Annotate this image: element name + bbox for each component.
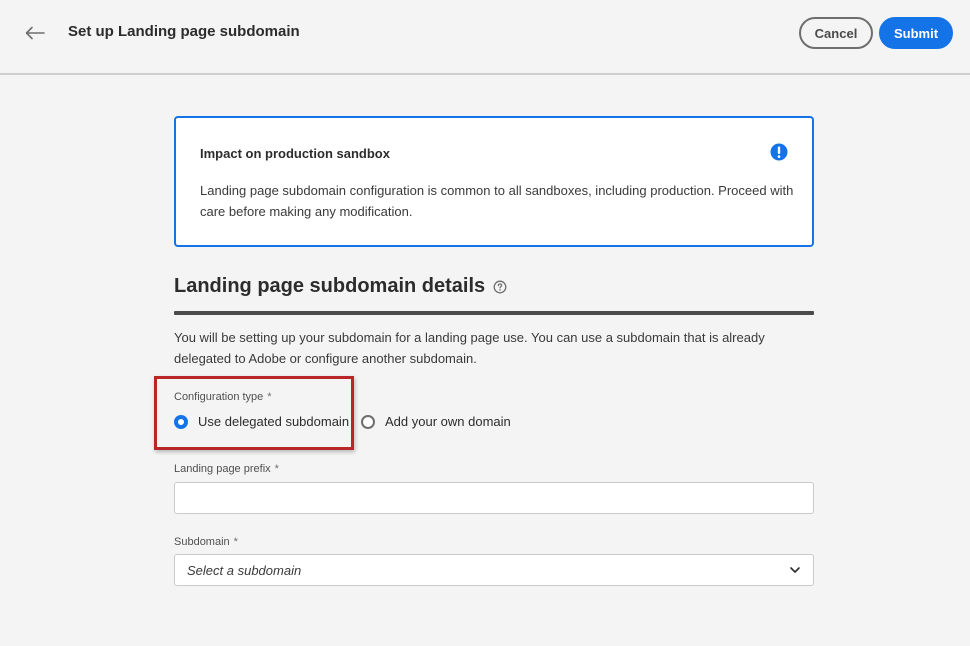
help-icon[interactable] bbox=[493, 280, 507, 294]
highlight-annotation bbox=[154, 376, 354, 450]
submit-button[interactable]: Submit bbox=[879, 17, 953, 49]
page-title: Set up Landing page subdomain bbox=[68, 23, 300, 40]
section-heading: Landing page subdomain details bbox=[174, 275, 507, 298]
landing-page-prefix-input[interactable] bbox=[174, 482, 814, 514]
subdomain-label-text: Subdomain bbox=[174, 536, 230, 548]
section-description: You will be setting up your subdomain fo… bbox=[174, 330, 765, 366]
radio-label: Add your own domain bbox=[385, 414, 511, 429]
cancel-button[interactable]: Cancel bbox=[799, 17, 873, 49]
subdomain-placeholder: Select a subdomain bbox=[187, 562, 302, 578]
section-divider bbox=[174, 311, 814, 315]
section-title: Landing page subdomain details bbox=[174, 275, 486, 297]
alert-title: Impact on production sandbox bbox=[200, 146, 390, 161]
alert-panel: Impact on production sandbox Landing pag… bbox=[174, 116, 814, 247]
radio-add-own-domain[interactable]: Add your own domain bbox=[361, 414, 511, 429]
required-mark: * bbox=[267, 391, 272, 403]
subdomain-select[interactable]: Select a subdomain bbox=[174, 554, 814, 586]
alert-body: Landing page subdomain configuration is … bbox=[200, 183, 794, 219]
required-mark: * bbox=[233, 536, 238, 548]
chevron-down-icon bbox=[790, 567, 800, 573]
subdomain-label: Subdomain * bbox=[174, 536, 238, 548]
configuration-type-label-text: Configuration type bbox=[174, 391, 264, 403]
radio-unchecked-icon[interactable] bbox=[361, 414, 375, 429]
required-mark: * bbox=[274, 463, 279, 475]
back-arrow-icon[interactable] bbox=[22, 20, 48, 46]
radio-label: Use delegated subdomain bbox=[198, 414, 350, 429]
alert-icon bbox=[770, 143, 788, 161]
prefix-label: Landing page prefix * bbox=[174, 463, 279, 475]
radio-use-delegated-subdomain[interactable]: Use delegated subdomain bbox=[174, 414, 349, 429]
configuration-type-label: Configuration type * bbox=[174, 391, 272, 403]
top-header: Set up Landing page subdomain Cancel Sub… bbox=[0, 0, 970, 75]
radio-checked-icon[interactable] bbox=[174, 414, 188, 429]
prefix-label-text: Landing page prefix bbox=[174, 463, 271, 475]
